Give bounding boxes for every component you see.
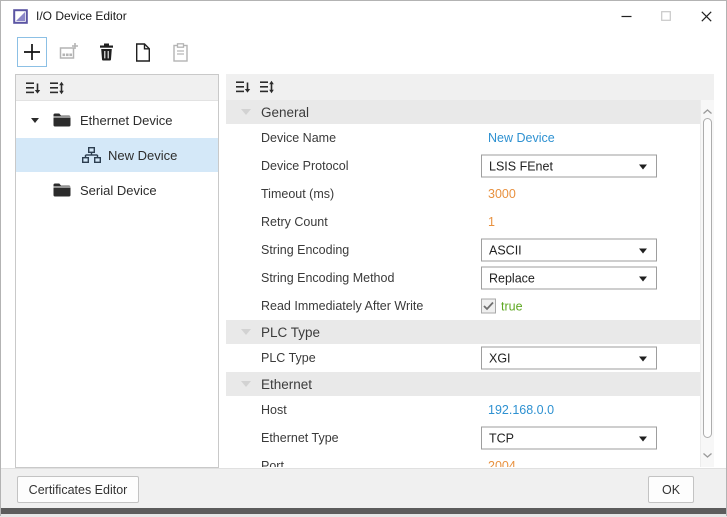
prop-row-retry-count: Retry Count 1 bbox=[226, 208, 700, 236]
chevron-down-icon bbox=[241, 329, 251, 335]
prop-label: Host bbox=[261, 403, 287, 417]
folder-icon bbox=[53, 113, 71, 127]
plc-type-dropdown[interactable]: XGI bbox=[481, 347, 657, 370]
dropdown-selected-value: Replace bbox=[489, 271, 535, 285]
add-device-button[interactable] bbox=[17, 37, 47, 67]
prop-row-string-encoding: String Encoding ASCII bbox=[226, 236, 700, 264]
prop-row-string-encoding-method: String Encoding Method Replace bbox=[226, 264, 700, 292]
plus-icon bbox=[23, 43, 41, 61]
string-encoding-method-dropdown[interactable]: Replace bbox=[481, 267, 657, 290]
section-header-ethernet[interactable]: Ethernet bbox=[226, 372, 700, 396]
prop-label: String Encoding Method bbox=[261, 271, 394, 285]
retry-count-value[interactable]: 1 bbox=[488, 215, 495, 229]
tree-item-label: Serial Device bbox=[80, 183, 157, 198]
host-value[interactable]: 192.168.0.0 bbox=[488, 403, 554, 417]
title-bar: I/O Device Editor bbox=[1, 1, 726, 31]
prop-label: Timeout (ms) bbox=[261, 187, 334, 201]
prop-label: String Encoding bbox=[261, 243, 349, 257]
collapse-all-icon[interactable] bbox=[25, 81, 41, 95]
section-title: Ethernet bbox=[261, 377, 312, 392]
prop-row-device-protocol: Device Protocol LSIS FEnet bbox=[226, 152, 700, 180]
read-immediately-checkbox-wrap: true bbox=[481, 299, 523, 314]
chevron-down-icon bbox=[241, 109, 251, 115]
collapse-all-icon[interactable] bbox=[235, 80, 251, 94]
trash-icon bbox=[98, 43, 115, 61]
copy-icon bbox=[135, 43, 151, 62]
close-icon[interactable] bbox=[686, 1, 726, 31]
network-device-icon bbox=[82, 147, 101, 163]
certificates-editor-button[interactable]: Certificates Editor bbox=[17, 476, 139, 503]
ok-button[interactable]: OK bbox=[648, 476, 694, 503]
folder-icon bbox=[53, 183, 71, 197]
property-grid: General Device Name New Device Device Pr… bbox=[226, 100, 700, 467]
prop-label: PLC Type bbox=[261, 351, 316, 365]
chevron-down-icon bbox=[639, 248, 647, 253]
maximize-icon bbox=[646, 1, 686, 31]
chevron-down-icon bbox=[639, 436, 647, 441]
tree-item-serial-device[interactable]: Serial Device bbox=[16, 174, 218, 206]
dropdown-selected-value: XGI bbox=[489, 351, 511, 365]
prop-label: Ethernet Type bbox=[261, 431, 339, 445]
section-title: General bbox=[261, 105, 309, 120]
section-header-general[interactable]: General bbox=[226, 100, 700, 124]
tree-item-label: New Device bbox=[108, 148, 177, 163]
add-device-group-icon bbox=[59, 42, 79, 62]
prop-row-host: Host 192.168.0.0 bbox=[226, 396, 700, 424]
prop-row-timeout: Timeout (ms) 3000 bbox=[226, 180, 700, 208]
tree-item-ethernet-device[interactable]: Ethernet Device bbox=[16, 104, 218, 136]
prop-row-port: Port 2004 bbox=[226, 452, 700, 467]
window-controls bbox=[606, 1, 726, 31]
prop-label: Read Immediately After Write bbox=[261, 299, 423, 313]
minimize-icon[interactable] bbox=[606, 1, 646, 31]
chevron-down-icon bbox=[241, 381, 251, 387]
checkbox-label: true bbox=[501, 299, 523, 313]
prop-row-ethernet-type: Ethernet Type TCP bbox=[226, 424, 700, 452]
chevron-down-icon bbox=[639, 164, 647, 169]
tree-panel-toolbar bbox=[16, 75, 218, 101]
chevron-down-icon bbox=[639, 276, 647, 281]
dropdown-selected-value: LSIS FEnet bbox=[489, 159, 553, 173]
scroll-down-icon[interactable] bbox=[702, 446, 713, 464]
tree-item-new-device[interactable]: New Device bbox=[16, 138, 218, 172]
io-device-editor-window: I/O Device Editor bbox=[0, 0, 727, 516]
string-encoding-dropdown[interactable]: ASCII bbox=[481, 239, 657, 262]
prop-row-read-immediately: Read Immediately After Write true bbox=[226, 292, 700, 320]
prop-row-device-name: Device Name New Device bbox=[226, 124, 700, 152]
port-value[interactable]: 2004 bbox=[488, 459, 516, 467]
expand-all-icon[interactable] bbox=[259, 80, 275, 94]
property-panel: General Device Name New Device Device Pr… bbox=[226, 74, 714, 467]
main-toolbar bbox=[1, 31, 726, 73]
property-panel-toolbar bbox=[226, 74, 714, 100]
prop-row-plc-type: PLC Type XGI bbox=[226, 344, 700, 372]
device-protocol-dropdown[interactable]: LSIS FEnet bbox=[481, 155, 657, 178]
timeout-value[interactable]: 3000 bbox=[488, 187, 516, 201]
window-title: I/O Device Editor bbox=[36, 9, 127, 23]
scrollbar-thumb[interactable] bbox=[703, 118, 712, 438]
section-title: PLC Type bbox=[261, 325, 320, 340]
prop-label: Port bbox=[261, 459, 284, 467]
footer-bar: Certificates Editor OK bbox=[1, 468, 726, 508]
device-name-value[interactable]: New Device bbox=[488, 131, 555, 145]
add-device-group-button bbox=[54, 37, 84, 67]
expand-all-icon[interactable] bbox=[49, 81, 65, 95]
prop-label: Device Protocol bbox=[261, 159, 349, 173]
device-tree-panel: Ethernet Device bbox=[15, 74, 219, 468]
ethernet-type-dropdown[interactable]: TCP bbox=[481, 427, 657, 450]
delete-button[interactable] bbox=[91, 37, 121, 67]
checkbox-checked-icon[interactable] bbox=[481, 299, 496, 314]
app-logo-icon bbox=[13, 9, 28, 24]
vertical-scrollbar[interactable] bbox=[700, 100, 714, 467]
chevron-down-icon[interactable] bbox=[31, 118, 39, 123]
paste-button bbox=[165, 37, 195, 67]
prop-label: Retry Count bbox=[261, 215, 328, 229]
dropdown-selected-value: TCP bbox=[489, 431, 514, 445]
section-header-plc-type[interactable]: PLC Type bbox=[226, 320, 700, 344]
copy-button[interactable] bbox=[128, 37, 158, 67]
prop-label: Device Name bbox=[261, 131, 336, 145]
device-tree: Ethernet Device bbox=[16, 101, 218, 206]
tree-item-label: Ethernet Device bbox=[80, 113, 173, 128]
dropdown-selected-value: ASCII bbox=[489, 243, 522, 257]
paste-icon bbox=[173, 43, 188, 62]
chevron-down-icon bbox=[639, 356, 647, 361]
